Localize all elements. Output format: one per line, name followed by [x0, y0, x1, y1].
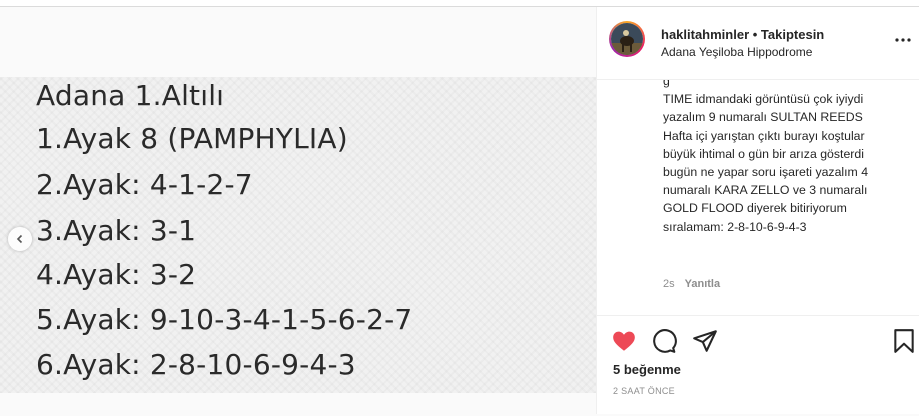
post-timestamp[interactable]: 2 SAAT ÖNCE: [613, 386, 675, 396]
note-line-5: 5.Ayak: 9-10-3-4-1-5-6-2-7: [36, 303, 413, 336]
note-line-3: 3.Ayak: 3-1: [36, 214, 197, 247]
like-count[interactable]: 5 beğenme: [613, 362, 681, 377]
share-icon[interactable]: [692, 328, 718, 354]
note-line-4: 4.Ayak: 3-2: [36, 258, 197, 291]
post-header: haklitahminler • Takiptesin Adana Yeşilo…: [597, 7, 919, 80]
heart-icon[interactable]: [611, 328, 637, 354]
bookmark-icon[interactable]: [891, 328, 917, 354]
comment-list[interactable]: g TIME idmandaki görüntüsü çok iyiydi ya…: [597, 80, 919, 315]
action-bar: 5 beğenme 2 SAAT ÖNCE: [597, 315, 919, 416]
note-line-6: 6.Ayak: 2-8-10-6-9-4-3: [36, 348, 356, 381]
top-bar: [0, 0, 919, 7]
post-side-panel: haklitahminler • Takiptesin Adana Yeşilo…: [596, 7, 919, 414]
comment-icon[interactable]: [651, 328, 677, 354]
follow-status[interactable]: Takiptesin: [761, 27, 824, 42]
reply-button[interactable]: Yanıtla: [685, 278, 720, 290]
chevron-left-icon: [16, 234, 23, 244]
caption-text: g TIME idmandaki görüntüsü çok iyiydi ya…: [663, 80, 869, 234]
username-link[interactable]: haklitahminler: [661, 27, 749, 42]
separator-dot: •: [749, 27, 761, 42]
previous-image-button[interactable]: [8, 227, 32, 251]
note-line-2: 2.Ayak: 4-1-2-7: [36, 168, 253, 201]
note-line-title: Adana 1.Altılı: [36, 79, 225, 112]
avatar-image: [611, 23, 643, 55]
location-link[interactable]: Adana Yeşiloba Hippodrome: [661, 45, 812, 59]
note-line-1: 1.Ayak 8 (PAMPHYLIA): [36, 122, 348, 155]
avatar[interactable]: [609, 21, 645, 57]
post-media: Adana 1.Altılı 1.Ayak 8 (PAMPHYLIA) 2.Ay…: [0, 7, 596, 414]
comment-age: 2s: [663, 278, 675, 290]
more-icon[interactable]: [895, 37, 911, 43]
